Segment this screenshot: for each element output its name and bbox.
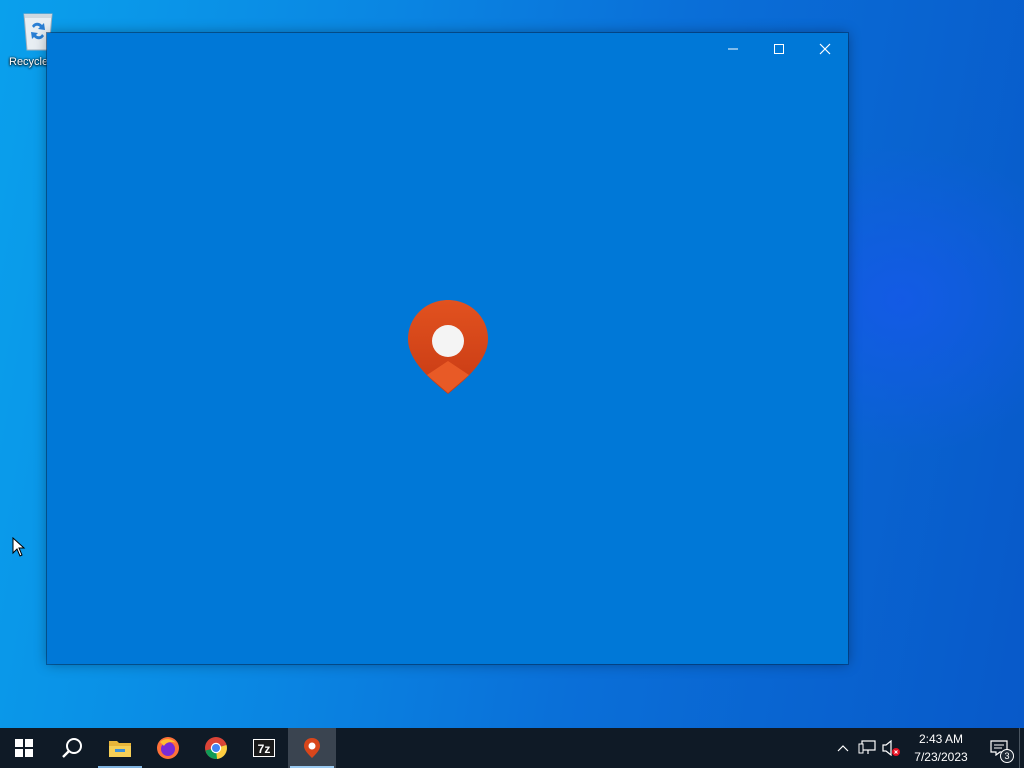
system-tray: 2:43 AM 7/23/2023 3 bbox=[831, 728, 1024, 768]
taskbar-firefox[interactable] bbox=[144, 728, 192, 768]
taskbar-chrome[interactable] bbox=[192, 728, 240, 768]
show-desktop-button[interactable] bbox=[1019, 728, 1024, 768]
network-button[interactable] bbox=[855, 728, 879, 768]
minimize-icon bbox=[728, 48, 738, 50]
clock-button[interactable]: 2:43 AM 7/23/2023 bbox=[903, 730, 979, 766]
minimize-button[interactable] bbox=[710, 33, 756, 65]
window-controls bbox=[710, 33, 848, 65]
maximize-button[interactable] bbox=[756, 33, 802, 65]
windows-logo-icon bbox=[15, 739, 33, 757]
maps-app-window[interactable] bbox=[47, 33, 848, 664]
firefox-icon bbox=[157, 737, 179, 759]
taskbar: 7z 2:43 AM 7/23/2023 3 bbox=[0, 728, 1024, 768]
taskbar-file-explorer[interactable] bbox=[96, 728, 144, 768]
chevron-up-icon bbox=[837, 745, 849, 752]
folder-icon bbox=[109, 741, 131, 757]
map-pin-person-icon bbox=[407, 299, 489, 395]
clock-date: 7/23/2023 bbox=[914, 750, 968, 764]
notification-count-badge: 3 bbox=[1000, 749, 1014, 763]
close-icon bbox=[819, 43, 831, 55]
7zip-icon: 7z bbox=[253, 739, 275, 757]
taskbar-7zip[interactable]: 7z bbox=[240, 728, 288, 768]
action-center-button[interactable]: 3 bbox=[979, 728, 1019, 768]
map-pin-icon bbox=[304, 738, 320, 758]
volume-button[interactable] bbox=[879, 728, 903, 768]
chrome-icon bbox=[205, 737, 227, 760]
taskbar-maps[interactable] bbox=[288, 728, 336, 768]
search-icon bbox=[62, 738, 82, 758]
show-hidden-icons-button[interactable] bbox=[831, 728, 855, 768]
mouse-cursor-icon bbox=[12, 536, 26, 557]
search-button[interactable] bbox=[48, 728, 96, 768]
7zip-label: 7z bbox=[258, 742, 271, 756]
close-button[interactable] bbox=[802, 33, 848, 65]
start-button[interactable] bbox=[0, 728, 48, 768]
maximize-icon bbox=[774, 44, 784, 54]
network-icon bbox=[858, 740, 876, 754]
clock-time: 2:43 AM bbox=[918, 732, 964, 746]
volume-muted-icon bbox=[882, 740, 900, 756]
